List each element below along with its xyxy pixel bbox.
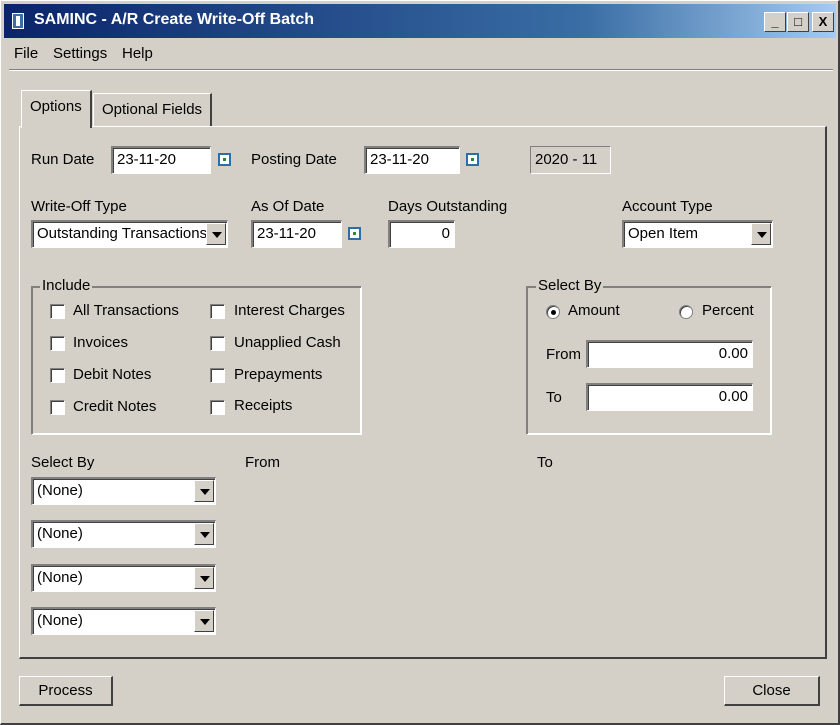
all-transactions-label: All Transactions <box>73 302 179 319</box>
select-by-dropdown-1[interactable]: (None) <box>31 477 216 505</box>
tab-options[interactable]: Options <box>21 90 92 128</box>
debit-notes-label: Debit Notes <box>73 366 152 383</box>
posting-date-field[interactable]: 23-11-20 <box>364 146 460 174</box>
write-off-type-dropdown[interactable]: Outstanding Transactions <box>31 220 228 248</box>
amount-radio-label: Amount <box>568 302 620 319</box>
app-window: SAMINC - A/R Create Write-Off Batch _ □ … <box>0 0 840 725</box>
criteria-from-label: From <box>245 454 280 471</box>
include-title: Include <box>40 277 93 294</box>
title-bar[interactable]: SAMINC - A/R Create Write-Off Batch _ □ … <box>4 4 836 38</box>
menu-settings[interactable]: Settings <box>53 45 107 62</box>
credit-notes-label: Credit Notes <box>73 398 157 415</box>
amount-from-field[interactable]: 0.00 <box>586 340 753 368</box>
select-by-dropdown-4[interactable]: (None) <box>31 607 216 635</box>
window-title: SAMINC - A/R Create Write-Off Batch <box>34 11 315 28</box>
maximize-button[interactable]: □ <box>787 12 809 32</box>
interest-charges-checkbox[interactable] <box>210 304 225 319</box>
criteria-to-label: To <box>537 454 553 471</box>
process-button[interactable]: Process <box>19 676 113 706</box>
select-by-value-2: (None) <box>37 525 83 542</box>
interest-charges-label: Interest Charges <box>234 302 345 319</box>
select-by-value-1: (None) <box>37 482 83 499</box>
select-by-value-4: (None) <box>37 612 83 629</box>
select-by-value-3: (None) <box>37 569 83 586</box>
prepayments-checkbox[interactable] <box>210 368 225 383</box>
account-type-label: Account Type <box>622 198 713 215</box>
amount-to-label: To <box>546 389 562 406</box>
posting-date-label: Posting Date <box>251 151 337 168</box>
invoices-label: Invoices <box>73 334 129 351</box>
select-by-label: Select By <box>31 454 95 471</box>
write-off-type-label: Write-Off Type <box>31 198 127 215</box>
select-by-amount-title: Select By <box>536 277 604 294</box>
fiscal-period-field: 2020 - 11 <box>530 146 611 174</box>
percent-radio-label: Percent <box>702 302 754 319</box>
menu-separator <box>9 69 833 71</box>
all-transactions-checkbox[interactable] <box>50 304 65 319</box>
credit-notes-checkbox[interactable] <box>50 400 65 415</box>
run-date-field[interactable]: 23-11-20 <box>111 146 211 174</box>
menu-help[interactable]: Help <box>122 45 153 62</box>
posting-date-calendar-icon[interactable] <box>466 153 479 166</box>
unapplied-cash-label: Unapplied Cash <box>234 334 341 351</box>
amount-from-label: From <box>546 346 581 363</box>
account-type-value: Open Item <box>628 225 699 242</box>
select-by-dropdown-3[interactable]: (None) <box>31 564 216 592</box>
close-window-button[interactable]: X <box>812 12 834 32</box>
menu-file[interactable]: File <box>14 45 38 62</box>
run-date-calendar-icon[interactable] <box>218 153 231 166</box>
chevron-down-icon[interactable] <box>194 610 214 632</box>
percent-radio[interactable] <box>679 305 693 319</box>
receipts-checkbox[interactable] <box>210 400 225 415</box>
chevron-down-icon[interactable] <box>194 480 214 502</box>
account-type-dropdown[interactable]: Open Item <box>622 220 773 248</box>
amount-to-field[interactable]: 0.00 <box>586 383 753 411</box>
days-outstanding-field[interactable]: 0 <box>388 220 455 248</box>
as-of-date-field[interactable]: 23-11-20 <box>251 220 342 248</box>
select-by-dropdown-2[interactable]: (None) <box>31 520 216 548</box>
app-icon <box>12 13 24 29</box>
debit-notes-checkbox[interactable] <box>50 368 65 383</box>
minimize-button[interactable]: _ <box>764 12 786 32</box>
menu-bar: File Settings Help <box>4 41 836 67</box>
tab-optional-fields[interactable]: Optional Fields <box>93 93 213 127</box>
write-off-type-value: Outstanding Transactions <box>37 225 208 242</box>
run-date-label: Run Date <box>31 151 95 168</box>
unapplied-cash-checkbox[interactable] <box>210 336 225 351</box>
amount-radio[interactable] <box>546 305 560 319</box>
as-of-date-label: As Of Date <box>251 198 325 215</box>
days-outstanding-label: Days Outstanding <box>388 198 508 215</box>
prepayments-label: Prepayments <box>234 366 323 383</box>
chevron-down-icon[interactable] <box>206 223 226 245</box>
close-button[interactable]: Close <box>724 676 820 706</box>
invoices-checkbox[interactable] <box>50 336 65 351</box>
as-of-date-calendar-icon[interactable] <box>348 227 361 240</box>
chevron-down-icon[interactable] <box>194 523 214 545</box>
receipts-label: Receipts <box>234 397 293 414</box>
chevron-down-icon[interactable] <box>194 567 214 589</box>
chevron-down-icon[interactable] <box>751 223 771 245</box>
